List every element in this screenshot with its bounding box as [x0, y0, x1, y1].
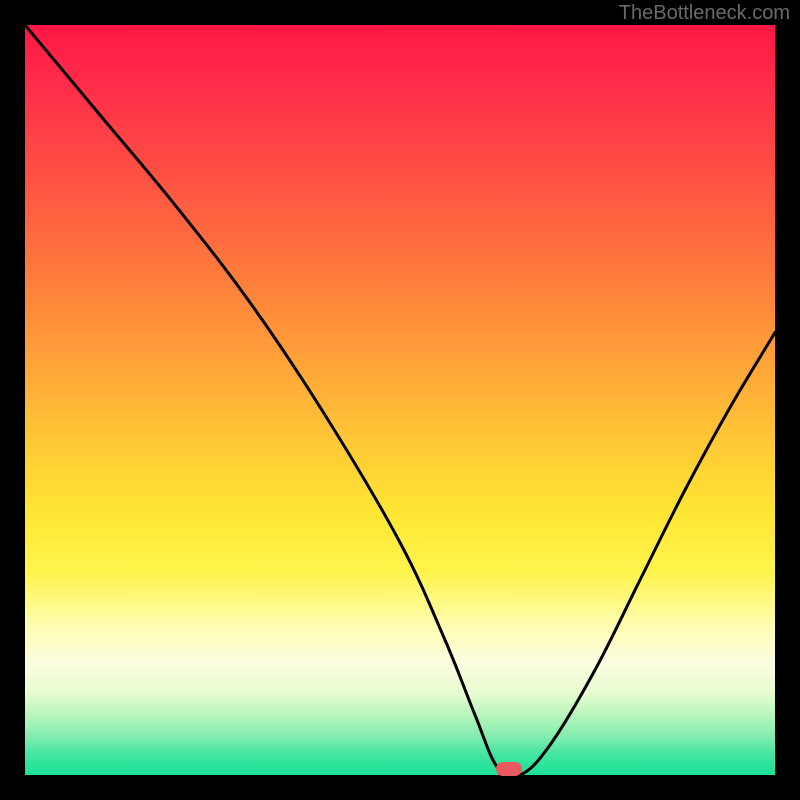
chart-plot-area: [25, 25, 775, 775]
optimal-point-marker: [496, 762, 522, 776]
watermark-text: TheBottleneck.com: [619, 2, 790, 25]
chart-curve-svg: [25, 25, 775, 775]
bottleneck-curve-path: [25, 25, 775, 775]
